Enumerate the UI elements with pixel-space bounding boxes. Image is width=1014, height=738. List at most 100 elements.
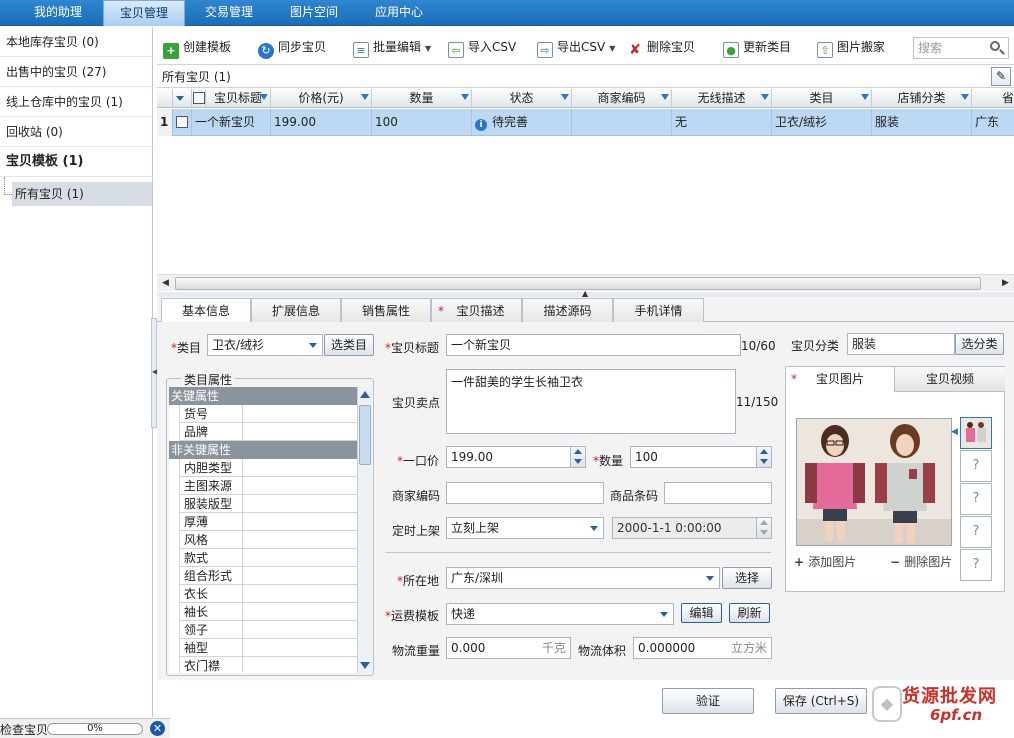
update-category-button[interactable]: ● 更新类目 [723, 36, 791, 58]
scroll-thumb[interactable] [359, 405, 371, 465]
list-item[interactable]: 袖型 [179, 639, 357, 657]
filter-icon[interactable] [861, 94, 869, 100]
close-icon[interactable]: ✕ [150, 721, 165, 736]
scroll-thumb[interactable] [175, 277, 981, 290]
cell-province[interactable]: 广东 [972, 109, 1014, 136]
tab-basic-info[interactable]: 基本信息 [161, 298, 251, 323]
nav-tab-apps[interactable]: 应用中心 [362, 0, 436, 26]
refresh-shipping-button[interactable]: 刷新 [729, 603, 770, 623]
sidebar-subitem-all[interactable]: 所有宝贝 (1) [12, 182, 152, 206]
image-thumb-1[interactable] [960, 417, 992, 449]
image-move-button[interactable]: ⇧ 图片搬家 [817, 36, 885, 58]
image-thumb-5[interactable]: ? [960, 549, 992, 581]
delete-item-button[interactable]: ✘ 删除宝贝 [627, 36, 695, 58]
list-item[interactable]: 主图来源 [179, 477, 357, 495]
list-item[interactable]: 袖长 [179, 603, 357, 621]
sidebar-item-local[interactable]: 本地库存宝贝 (0) [0, 27, 153, 57]
sidebar-item-warehouse[interactable]: 线上仓库中的宝贝 (1) [0, 87, 153, 117]
row-checkbox-cell[interactable] [173, 109, 192, 136]
header-select-all[interactable] [192, 89, 206, 108]
cell-price[interactable]: 199.00 [271, 109, 372, 136]
shop-category-input[interactable]: 服装 [847, 333, 955, 355]
cell-wireless[interactable]: 无 [672, 109, 772, 136]
location-select-button[interactable]: 选择 [722, 567, 772, 589]
list-item[interactable]: 款式 [179, 549, 357, 567]
filter-icon[interactable] [661, 94, 669, 100]
price-stepper[interactable]: 199.00 [446, 446, 586, 468]
sidebar-item-recycle[interactable]: 回收站 (0) [0, 117, 153, 147]
chevron-down-icon[interactable]: ▼ [609, 44, 615, 53]
create-template-button[interactable]: + 创建模板 [163, 36, 231, 59]
schedule-time-input[interactable]: 2000-1-1 0:00:00 [612, 517, 772, 539]
volume-input[interactable]: 0.000000 立方米 [633, 637, 772, 659]
tab-extended-info[interactable]: 扩展信息 [251, 298, 341, 322]
header-code[interactable]: 商家编码 [572, 89, 672, 108]
list-item[interactable]: 衣门襟 [179, 657, 357, 673]
sidebar-item-selling[interactable]: 出售中的宝贝 (27) [0, 57, 153, 87]
scroll-down-icon[interactable] [360, 662, 370, 669]
chevron-down-icon[interactable] [701, 568, 719, 588]
scroll-right-icon[interactable]: ▶ [998, 276, 1013, 291]
chevron-down-icon[interactable] [655, 604, 673, 624]
list-item[interactable]: 服装版型 [179, 495, 357, 513]
sync-button[interactable]: ↻ 同步宝贝 [258, 36, 326, 59]
cell-code[interactable] [572, 109, 672, 136]
schedule-time-spin[interactable] [756, 518, 771, 538]
header-title[interactable]: 宝贝标题 [206, 89, 271, 108]
validate-button[interactable]: 验证 [662, 688, 754, 714]
cell-title[interactable]: 一个新宝贝 [192, 109, 271, 136]
header-status[interactable]: 状态 [472, 89, 572, 108]
scroll-left-icon[interactable]: ◀ [158, 276, 173, 291]
tab-source[interactable]: 描述源码 [522, 298, 613, 322]
filter-icon[interactable] [761, 94, 769, 100]
shipping-template-select[interactable]: 快递 [446, 603, 674, 625]
qty-spin-buttons[interactable] [756, 447, 771, 467]
table-row[interactable]: 1 一个新宝贝 199.00 100 i 待完善 无 卫衣/绒衫 服装 广东 [157, 109, 1014, 136]
select-category-button[interactable]: 选类目 [324, 334, 374, 356]
select-shop-category-button[interactable]: 选分类 [955, 333, 1004, 355]
product-photo[interactable] [796, 418, 952, 546]
cell-qty[interactable]: 100 [372, 109, 472, 136]
sidebar-item-templates[interactable]: 宝贝模板 (1) [0, 147, 153, 177]
filter-icon[interactable] [461, 94, 469, 100]
row-checkbox[interactable] [176, 116, 188, 128]
tab-sales-attrs[interactable]: 销售属性 [341, 298, 431, 322]
barcode-input[interactable] [664, 482, 772, 504]
chevron-down-icon[interactable]: ▼ [425, 44, 431, 53]
header-province[interactable]: 省 [972, 89, 1014, 108]
filter-icon[interactable] [260, 94, 268, 100]
chevron-down-icon[interactable] [585, 518, 603, 538]
header-shop-category[interactable]: 店铺分类 [872, 89, 972, 108]
tab-mobile[interactable]: 手机详情 [613, 298, 704, 322]
edit-shipping-button[interactable]: 编辑 [681, 603, 722, 623]
edit-icon[interactable]: ✎ [991, 67, 1011, 86]
weight-input[interactable]: 0.000 千克 [446, 637, 571, 659]
add-image-link[interactable]: + 添加图片 [794, 553, 856, 570]
title-input[interactable]: 一个新宝贝 [446, 334, 741, 356]
list-item[interactable]: 组合形式 [179, 567, 357, 585]
header-price[interactable]: 价格(元) [271, 89, 372, 108]
list-item[interactable]: 货号 [179, 405, 357, 423]
list-item[interactable]: 风格 [179, 531, 357, 549]
nav-tab-images[interactable]: 图片空间 [276, 0, 352, 26]
nav-tab-items[interactable]: 宝贝管理 [103, 0, 185, 26]
header-menu[interactable] [173, 89, 192, 108]
selling-point-textarea[interactable]: 一件甜美的学生长袖卫衣 [446, 369, 736, 434]
list-item[interactable]: 领子 [179, 621, 357, 639]
image-thumb-4[interactable]: ? [960, 516, 992, 548]
location-select[interactable]: 广东/深圳 [446, 567, 720, 589]
list-item[interactable]: 衣长 [179, 585, 357, 603]
batch-edit-button[interactable]: ≡ 批量编辑 ▼ [353, 36, 431, 58]
nav-tab-assistant[interactable]: 我的助理 [20, 0, 96, 26]
list-item[interactable]: 厚薄 [179, 513, 357, 531]
image-thumb-2[interactable]: ? [960, 450, 992, 482]
search-icon[interactable] [989, 40, 1005, 56]
filter-icon[interactable] [361, 94, 369, 100]
scroll-up-icon[interactable] [360, 391, 370, 398]
nav-tab-trades[interactable]: 交易管理 [192, 0, 266, 26]
merchant-code-input[interactable] [446, 482, 604, 504]
cell-status[interactable]: i 待完善 [472, 109, 572, 136]
cell-shop-category[interactable]: 服装 [872, 109, 972, 136]
delete-image-link[interactable]: − 删除图片 [890, 553, 952, 570]
import-csv-button[interactable]: ⇦ 导入CSV [448, 36, 516, 58]
